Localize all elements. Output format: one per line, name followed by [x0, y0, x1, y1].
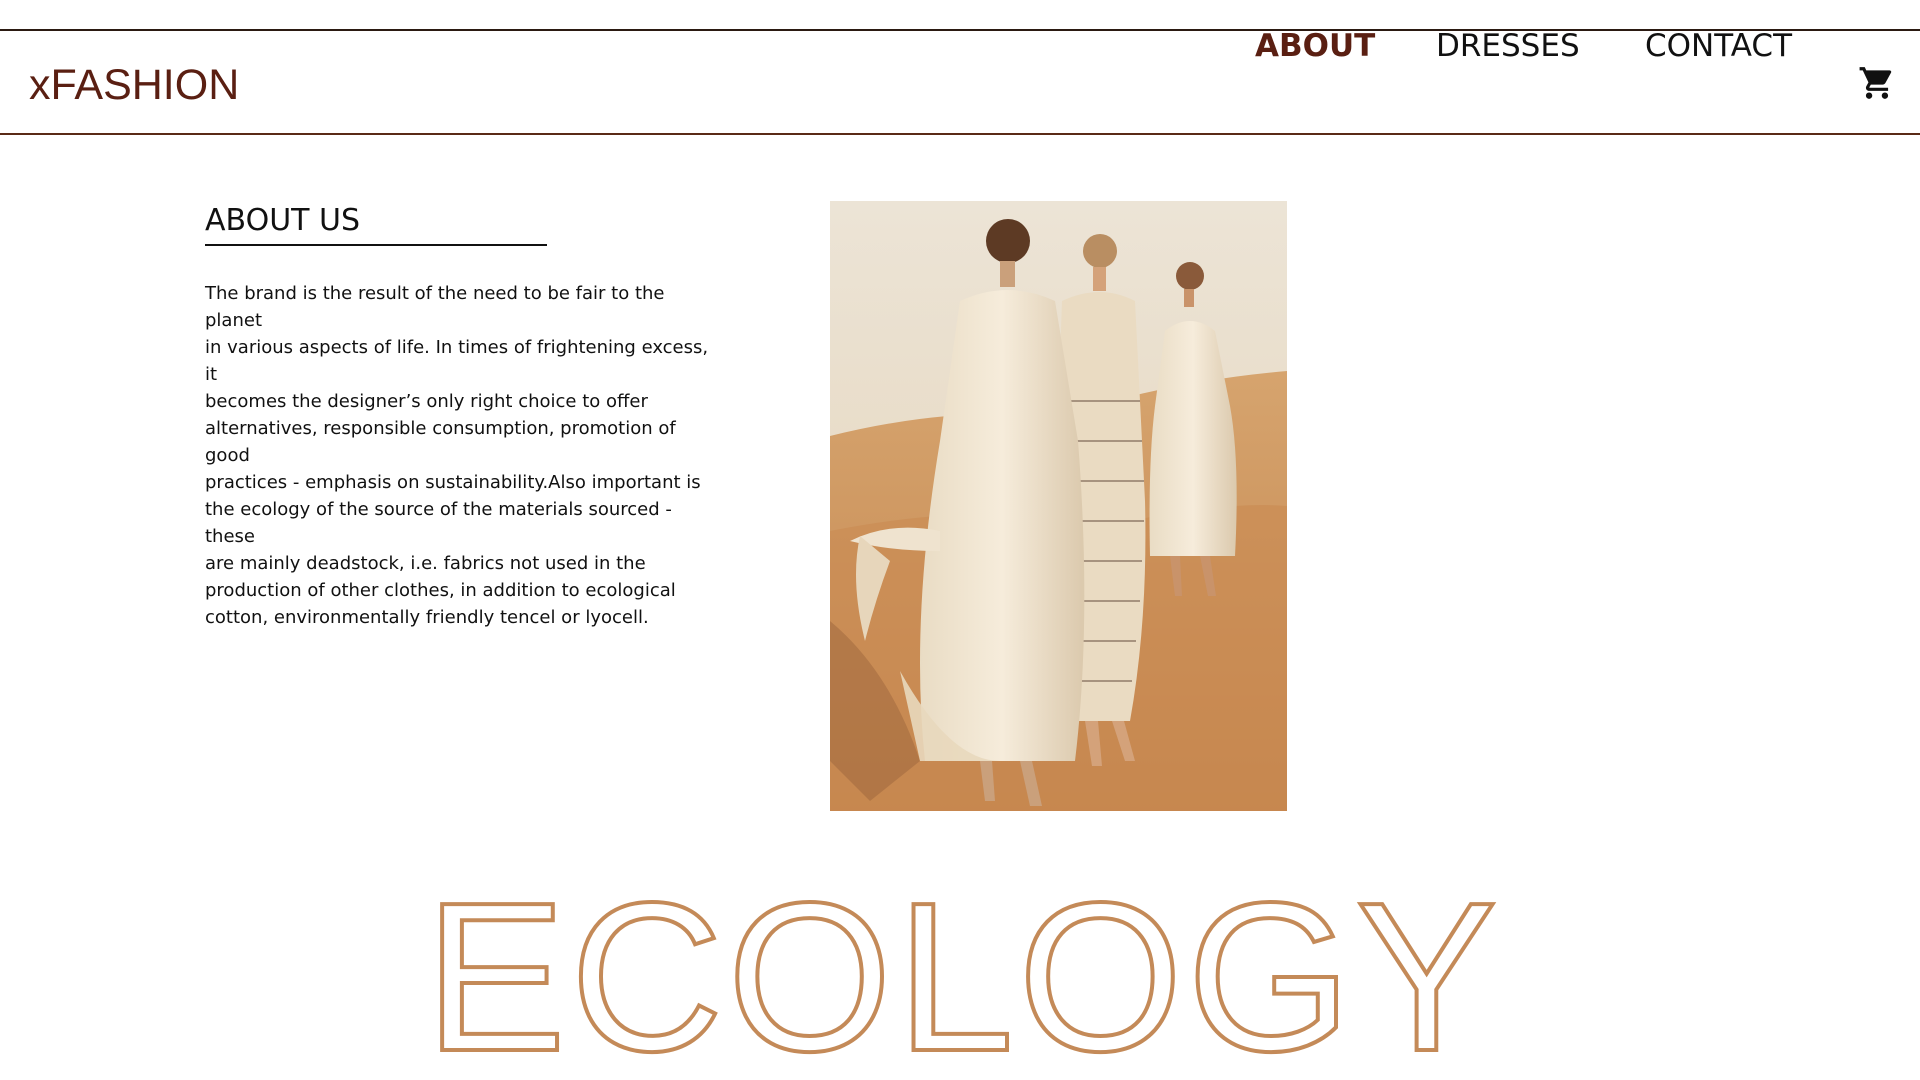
nav-item-dresses[interactable]: DRESSES [1436, 31, 1580, 62]
page: xFASHION ABOUT DRESSES CONTACT ABOUT US … [0, 0, 1920, 1080]
nav-item-about[interactable]: ABOUT [1255, 31, 1375, 62]
nav-item-contact[interactable]: CONTACT [1645, 31, 1792, 62]
ecology-outline-heading: ECOLOGY [0, 856, 1920, 1080]
shopping-cart-icon[interactable] [1858, 64, 1896, 102]
ecology-word: ECOLOGY [425, 870, 1502, 1080]
hero-photo [830, 201, 1287, 811]
about-title: ABOUT US [205, 203, 361, 238]
about-body-text: The brand is the result of the need to b… [205, 283, 709, 628]
about-title-underline [205, 244, 547, 246]
brand-logo[interactable]: xFASHION [29, 64, 239, 107]
site-header: xFASHION ABOUT DRESSES CONTACT [0, 29, 1920, 135]
photo-illustration [830, 201, 1287, 811]
